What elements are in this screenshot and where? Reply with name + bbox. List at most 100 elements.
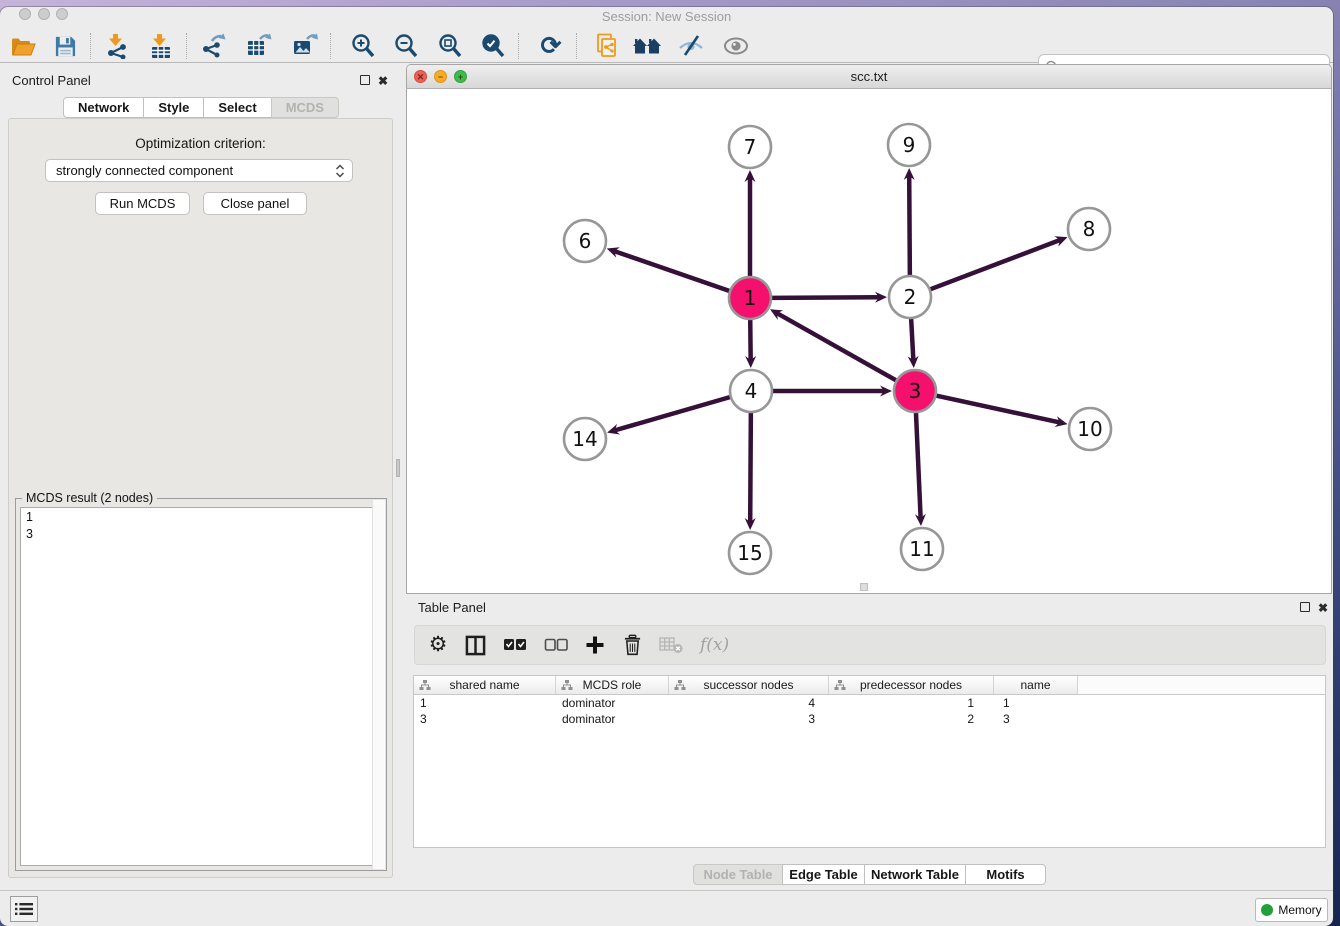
- panel-splitter-handle[interactable]: [396, 459, 400, 477]
- table-row[interactable]: 3dominator323: [414, 711, 1325, 727]
- graph-node-3[interactable]: 3: [894, 370, 936, 412]
- apply-layout-button[interactable]: ⟳: [536, 31, 566, 61]
- table-panel-float-button[interactable]: [1300, 602, 1310, 612]
- create-column-button[interactable]: [585, 633, 605, 657]
- main-toolbar: ⟳: [0, 29, 1333, 63]
- edge-2-8[interactable]: [931, 240, 1060, 289]
- edge-1-2[interactable]: [772, 297, 879, 298]
- criterion-dropdown[interactable]: strongly connected component: [45, 159, 353, 182]
- column-header-successor-nodes[interactable]: successor nodes: [669, 676, 829, 695]
- edge-4-14[interactable]: [615, 397, 730, 430]
- zoom-selected-button[interactable]: [478, 31, 508, 61]
- delete-columns-button[interactable]: [622, 633, 642, 657]
- edge-3-10[interactable]: [936, 396, 1059, 423]
- tab-mcds[interactable]: MCDS: [271, 97, 339, 118]
- graph-node-7[interactable]: 7: [729, 126, 771, 168]
- edge-3-1[interactable]: [777, 313, 896, 380]
- graph-node-8[interactable]: 8: [1068, 208, 1110, 250]
- toolbar-separator: [576, 33, 577, 59]
- edge-4-15[interactable]: [750, 413, 751, 522]
- show-all-button[interactable]: [721, 31, 751, 61]
- select-all-button[interactable]: [503, 633, 527, 657]
- save-session-button[interactable]: [50, 31, 80, 61]
- zoom-fit-button[interactable]: [435, 31, 465, 61]
- network-window-titlebar: ✕ − + scc.txt: [407, 65, 1331, 89]
- export-table-button[interactable]: [244, 31, 274, 61]
- run-mcds-button[interactable]: Run MCDS: [95, 192, 190, 215]
- close-panel-button[interactable]: Close panel: [203, 192, 307, 215]
- hide-selected-button[interactable]: [676, 31, 706, 61]
- cell-successor-nodes[interactable]: 3: [669, 711, 829, 727]
- zoom-out-button[interactable]: [391, 31, 421, 61]
- open-session-button[interactable]: [8, 31, 38, 61]
- delete-table-icon: [659, 636, 683, 654]
- cell-shared-name[interactable]: 3: [414, 711, 556, 727]
- task-history-button[interactable]: [10, 896, 38, 922]
- graph-node-10[interactable]: 10: [1069, 408, 1111, 450]
- table-toolbar: ⚙ f(x): [414, 625, 1326, 665]
- plus-icon: [585, 635, 605, 655]
- table-panel-tabs: Node Table Edge Table Network Table Moti…: [406, 864, 1333, 885]
- zoom-in-button[interactable]: [348, 31, 378, 61]
- graph-node-9[interactable]: 9: [888, 124, 930, 166]
- cell-shared-name[interactable]: 1: [414, 695, 556, 711]
- tab-select[interactable]: Select: [203, 97, 271, 118]
- graph-node-6[interactable]: 6: [564, 220, 606, 262]
- tab-network-table[interactable]: Network Table: [864, 864, 966, 885]
- tab-motifs[interactable]: Motifs: [965, 864, 1046, 885]
- canvas-resize-dot[interactable]: [860, 583, 868, 591]
- first-neighbors-button[interactable]: [632, 31, 662, 61]
- column-type-icon: [834, 679, 846, 691]
- cell-name[interactable]: 3: [994, 711, 1078, 727]
- edge-2-3[interactable]: [911, 319, 913, 360]
- node-label-2: 2: [904, 285, 917, 309]
- import-table-button[interactable]: [146, 31, 176, 61]
- graph-node-14[interactable]: 14: [564, 418, 606, 460]
- cell-predecessor-nodes[interactable]: 1: [829, 695, 994, 711]
- mcds-result-text[interactable]: 1 3: [20, 507, 382, 866]
- graph-node-1[interactable]: 1: [729, 277, 771, 319]
- control-panel-close-button[interactable]: ✖: [378, 75, 388, 87]
- import-network-button[interactable]: [102, 31, 132, 61]
- column-header-shared-name[interactable]: shared name: [414, 676, 556, 695]
- tab-node-table[interactable]: Node Table: [693, 864, 783, 885]
- node-label-9: 9: [903, 133, 916, 157]
- cell-MCDS-role[interactable]: dominator: [556, 711, 669, 727]
- column-header-MCDS-role[interactable]: MCDS role: [556, 676, 669, 695]
- edge-3-11[interactable]: [916, 413, 921, 518]
- zoom-out-icon: [393, 33, 419, 59]
- export-image-button[interactable]: [290, 31, 320, 61]
- graph-node-2[interactable]: 2: [889, 276, 931, 318]
- graph-node-15[interactable]: 15: [729, 532, 771, 574]
- edge-1-6[interactable]: [614, 251, 729, 291]
- cell-predecessor-nodes[interactable]: 2: [829, 711, 994, 727]
- export-network-icon: [200, 33, 226, 59]
- cell-MCDS-role[interactable]: dominator: [556, 695, 669, 711]
- gear-icon: ⚙: [429, 633, 448, 657]
- tab-edge-table[interactable]: Edge Table: [782, 864, 865, 885]
- edge-2-9[interactable]: [909, 176, 910, 275]
- column-header-name[interactable]: name: [994, 676, 1078, 695]
- export-network-button[interactable]: [198, 31, 228, 61]
- list-icon: [14, 901, 34, 917]
- column-header-predecessor-nodes[interactable]: predecessor nodes: [829, 676, 994, 695]
- memory-button[interactable]: Memory: [1255, 898, 1328, 922]
- network-canvas[interactable]: 7 9 6 8 1 2 4 3 14 10 15 11: [407, 89, 1331, 593]
- tab-style[interactable]: Style: [143, 97, 204, 118]
- control-panel-float-button[interactable]: [360, 75, 370, 85]
- table-row[interactable]: 1dominator411: [414, 695, 1325, 711]
- cell-name[interactable]: 1: [994, 695, 1078, 711]
- node-label-3: 3: [909, 379, 922, 403]
- table-mode-button[interactable]: ⚙: [428, 633, 448, 657]
- graph-node-4[interactable]: 4: [730, 370, 772, 412]
- tab-network[interactable]: Network: [63, 97, 144, 118]
- zoom-in-icon: [350, 33, 376, 59]
- node-label-14: 14: [572, 427, 597, 451]
- cell-successor-nodes[interactable]: 4: [669, 695, 829, 711]
- deselect-all-button[interactable]: [544, 633, 568, 657]
- show-hide-columns-button[interactable]: [465, 633, 486, 657]
- table-panel-close-button[interactable]: ✖: [1318, 602, 1328, 614]
- result-scrollbar[interactable]: [372, 500, 385, 869]
- new-network-from-selection-button[interactable]: [592, 31, 622, 61]
- graph-node-11[interactable]: 11: [901, 528, 943, 570]
